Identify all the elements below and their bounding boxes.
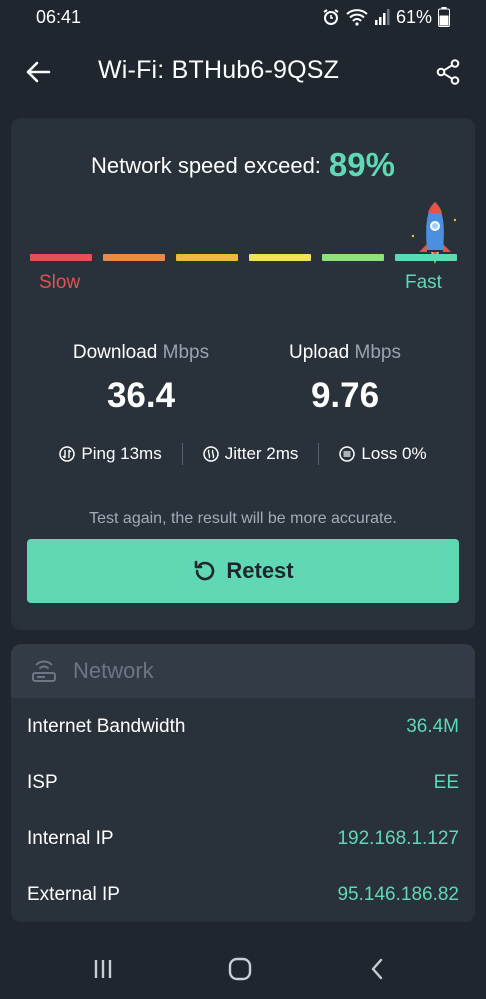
ping-stat: Ping 13ms <box>39 444 181 464</box>
page-title: Wi-Fi: BTHub6-9QSZ <box>98 56 340 84</box>
retest-hint: Test again, the result will be more accu… <box>89 510 397 527</box>
arrow-left-icon <box>26 61 51 83</box>
speed-exceed-heading: Network speed exceed: 89% <box>11 146 475 184</box>
retest-label: Retest <box>226 558 294 583</box>
latency-stats: Ping 13ms Jitter 2ms Loss 0% <box>11 442 475 466</box>
download-value: 36.4 <box>106 376 176 415</box>
row-key: Internal IP <box>27 828 114 849</box>
network-title: Network <box>73 658 154 683</box>
upload-value: 9.76 <box>310 376 380 415</box>
back-button[interactable] <box>22 56 54 88</box>
upload-label: Upload <box>289 342 350 363</box>
download-metric: Download Mbps 36.4 <box>41 342 241 416</box>
network-row-external-ip: External IP 95.146.186.82 <box>27 880 459 910</box>
home-icon <box>228 957 252 981</box>
row-value: 192.168.1.127 <box>337 828 459 849</box>
refresh-icon <box>195 560 215 581</box>
loss-icon <box>339 446 356 462</box>
recent-apps-icon <box>94 960 112 978</box>
system-nav-bar <box>0 940 486 999</box>
jitter-stat: Jitter 2ms <box>183 444 319 464</box>
meter-segment <box>249 254 311 261</box>
chevron-left-icon <box>371 958 383 980</box>
row-value: EE <box>433 772 459 793</box>
row-value: 95.146.186.82 <box>337 884 459 905</box>
row-key: External IP <box>27 884 120 905</box>
router-icon <box>32 660 56 682</box>
status-bar: 06:41 61% <box>0 0 486 34</box>
battery-percent: 61% <box>395 6 432 27</box>
exceed-label: Network speed exceed: <box>91 153 321 178</box>
row-key: ISP <box>27 772 58 793</box>
meter-segment <box>176 254 238 261</box>
network-row-isp: ISP EE <box>27 768 459 798</box>
upload-label-line: Upload Mbps <box>245 342 445 364</box>
loss-text: Loss 0% <box>361 444 427 463</box>
meter-segment <box>395 254 457 261</box>
recent-apps-button[interactable] <box>88 956 118 982</box>
upload-metric: Upload Mbps 9.76 <box>245 342 445 416</box>
ping-icon <box>59 446 76 462</box>
network-row-bandwidth: Internet Bandwidth 36.4M <box>27 712 459 742</box>
download-unit: Mbps <box>162 342 210 363</box>
jitter-icon <box>202 446 219 462</box>
row-value: 36.4M <box>406 716 459 737</box>
share-icon <box>436 59 460 85</box>
alarm-icon <box>322 8 340 26</box>
signal-icon <box>374 9 390 25</box>
network-info-card: Network Internet Bandwidth 36.4M ISP EE … <box>11 644 475 922</box>
app-bar: Wi-Fi: BTHub6-9QSZ <box>0 40 486 104</box>
speed-meter <box>30 254 458 262</box>
status-time: 06:41 <box>36 6 82 27</box>
share-button[interactable] <box>432 56 464 88</box>
network-header: Network <box>11 644 475 698</box>
loss-stat: Loss 0% <box>319 444 446 464</box>
upload-unit: Mbps <box>354 342 401 363</box>
download-label: Download <box>72 342 158 363</box>
meter-label-fast: Fast <box>405 272 442 293</box>
meter-segment <box>322 254 384 261</box>
wifi-icon <box>346 8 368 26</box>
network-row-internal-ip: Internal IP 192.168.1.127 <box>27 824 459 854</box>
meter-segment <box>103 254 165 261</box>
status-icons: 61% <box>322 7 450 28</box>
meter-label-slow: Slow <box>39 272 81 293</box>
exceed-percent: 89% <box>328 146 395 183</box>
row-key: Internet Bandwidth <box>27 716 186 737</box>
ping-text: Ping 13ms <box>81 444 162 463</box>
jitter-text: Jitter 2ms <box>224 444 299 463</box>
home-button[interactable] <box>225 956 255 982</box>
speed-result-card: Network speed exceed: 89% Slow Fast Downl… <box>11 118 475 630</box>
system-back-button[interactable] <box>362 956 392 982</box>
meter-segment <box>30 254 92 261</box>
download-label-line: Download Mbps <box>41 342 241 364</box>
retest-button[interactable]: Retest <box>27 539 459 603</box>
battery-icon <box>438 7 450 27</box>
